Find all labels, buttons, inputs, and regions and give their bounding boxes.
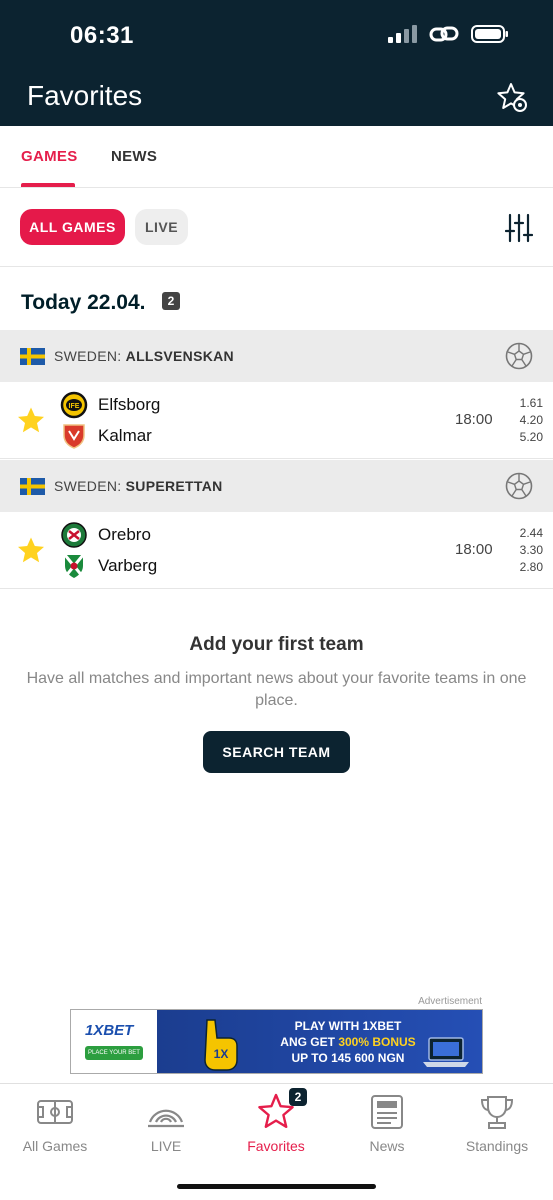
- pitch-icon: [37, 1100, 73, 1124]
- favorite-star-icon[interactable]: [17, 536, 45, 564]
- league-name: SWEDEN: ALLSVENSKAN: [54, 348, 234, 364]
- advertisement-label: Advertisement: [418, 996, 482, 1007]
- live-filter-button[interactable]: LIVE: [135, 209, 188, 245]
- nav-news[interactable]: News: [332, 1092, 442, 1162]
- favorite-settings-icon[interactable]: [497, 82, 529, 114]
- away-team: Varberg: [60, 552, 157, 580]
- odds-away: 5.20: [519, 430, 543, 444]
- nav-favorites[interactable]: 2 Favorites: [221, 1088, 331, 1162]
- filter-sliders-icon[interactable]: [505, 213, 533, 243]
- sweden-flag-icon: [20, 348, 45, 365]
- tab-games[interactable]: GAMES: [21, 148, 78, 165]
- odds-draw: 3.30: [519, 543, 543, 557]
- ad-brand-logo: 1XBET: [85, 1022, 134, 1039]
- app-header: 06:31 Favorites: [0, 0, 553, 126]
- status-icons: [387, 24, 509, 44]
- foam-finger-icon: 1X: [204, 1019, 238, 1071]
- match-time: 18:00: [455, 411, 493, 428]
- sweden-flag-icon: [20, 478, 45, 495]
- kalmar-logo-icon: [63, 424, 85, 449]
- home-team: IFE Elfsborg: [60, 391, 160, 419]
- league-header[interactable]: SWEDEN: ALLSVENSKAN: [0, 330, 553, 382]
- newspaper-icon: [371, 1095, 403, 1129]
- live-signal-icon: [148, 1109, 184, 1128]
- match-count-badge: 2: [162, 292, 180, 310]
- date-header: Today 22.04. 2: [0, 268, 553, 330]
- orebro-logo-icon: [61, 522, 87, 548]
- nav-label: News: [369, 1138, 405, 1154]
- content-tabs: GAMES NEWS: [0, 126, 553, 188]
- favorites-count-badge: 2: [289, 1088, 307, 1106]
- varberg-logo-icon: [63, 554, 85, 578]
- nav-label: Standings: [465, 1138, 529, 1154]
- match-row[interactable]: Orebro Varberg 18:00 2.44 3.30 2.80: [0, 512, 553, 589]
- empty-state-description: Have all matches and important news abou…: [26, 670, 527, 709]
- football-icon: [505, 342, 533, 370]
- odds-home: 2.44: [519, 526, 543, 540]
- trophy-icon: [480, 1096, 514, 1129]
- favorite-star-icon[interactable]: [17, 406, 45, 434]
- page-title: Favorites: [27, 80, 143, 111]
- match-odds[interactable]: 2.44 3.30 2.80: [503, 525, 543, 576]
- battery-icon: [471, 25, 508, 43]
- nav-label: LIVE: [150, 1138, 182, 1154]
- status-time: 06:31: [70, 22, 134, 49]
- nav-label: All Games: [22, 1138, 88, 1154]
- match-row[interactable]: IFE Elfsborg Kalmar 18:00 1.61 4.20 5.20: [0, 382, 553, 459]
- active-tab-indicator: [21, 183, 75, 187]
- away-team: Kalmar: [60, 422, 152, 450]
- league-header[interactable]: SWEDEN: SUPERETTAN: [0, 460, 553, 512]
- empty-state-title: Add your first team: [189, 634, 364, 655]
- home-team: Orebro: [60, 521, 151, 549]
- tab-news[interactable]: NEWS: [111, 148, 157, 165]
- svg-text:IFE: IFE: [69, 403, 80, 410]
- odds-draw: 4.20: [519, 413, 543, 427]
- nav-live[interactable]: LIVE: [111, 1092, 221, 1162]
- advertisement-banner[interactable]: 1XBET PLACE YOUR BET 1X PLAY WITH 1XBET …: [70, 1009, 483, 1074]
- odds-home: 1.61: [519, 396, 543, 410]
- away-team-name: Kalmar: [98, 426, 152, 445]
- match-odds[interactable]: 1.61 4.20 5.20: [503, 395, 543, 446]
- home-indicator: [177, 1184, 376, 1189]
- elfsborg-logo-icon: IFE: [60, 391, 88, 419]
- bottom-navigation: All Games LIVE 2 Favorites News Standing…: [0, 1083, 553, 1200]
- ad-copy: PLAY WITH 1XBET ANG GET 300% BONUS UP TO…: [280, 1019, 416, 1065]
- date-label: Today 22.04.: [21, 291, 146, 314]
- all-games-filter-button[interactable]: ALL GAMES: [20, 209, 125, 245]
- search-team-button[interactable]: SEARCH TEAM: [203, 731, 350, 773]
- nav-standings[interactable]: Standings: [442, 1092, 552, 1162]
- away-team-name: Varberg: [98, 556, 158, 575]
- nav-all-games[interactable]: All Games: [0, 1092, 110, 1162]
- link-icon: [429, 26, 459, 42]
- home-team-name: Orebro: [98, 525, 151, 544]
- svg-text:1X: 1X: [214, 1047, 229, 1061]
- ad-brand-tagline: PLACE YOUR BET: [85, 1046, 143, 1060]
- filter-bar: ALL GAMES LIVE: [0, 189, 553, 267]
- nav-label: Favorites: [247, 1138, 305, 1154]
- home-team-name: Elfsborg: [98, 395, 161, 414]
- signal-icon: [388, 25, 417, 43]
- odds-away: 2.80: [519, 560, 543, 574]
- match-time: 18:00: [455, 541, 493, 558]
- laptop-icon: [423, 1037, 469, 1067]
- league-name: SWEDEN: SUPERETTAN: [54, 478, 223, 494]
- football-icon: [505, 472, 533, 500]
